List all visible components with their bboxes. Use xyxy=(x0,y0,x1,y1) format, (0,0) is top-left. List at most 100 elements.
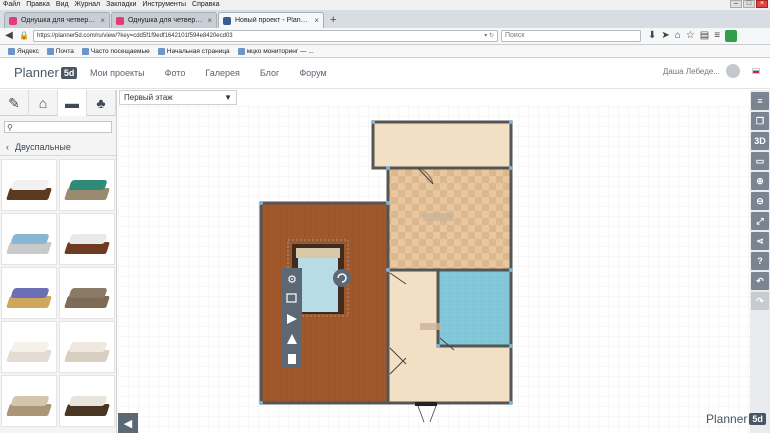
close-tab-icon[interactable]: × xyxy=(314,16,319,25)
bookmark-icon xyxy=(8,47,15,55)
browser-search-input[interactable]: Поиск xyxy=(501,30,641,42)
category-title: Двуспальные xyxy=(15,141,71,152)
floor-select[interactable]: Первый этаж ▼ xyxy=(119,90,237,105)
catalog-bed-item[interactable] xyxy=(1,267,57,319)
bed-mattress xyxy=(68,342,108,352)
room-label-tag xyxy=(423,213,453,221)
nav-photo[interactable]: Фото xyxy=(165,68,186,78)
clipboard-icon[interactable]: ▤ xyxy=(700,30,709,42)
catalog-bed-item[interactable] xyxy=(1,375,57,427)
help-icon[interactable]: ? xyxy=(751,252,769,270)
tab-exterior[interactable]: ♣ xyxy=(87,90,116,116)
fit-screen-icon[interactable]: ⤢ xyxy=(751,212,769,230)
bookmark-item[interactable]: Почта xyxy=(46,47,74,55)
catalog-bed-item[interactable] xyxy=(1,213,57,265)
download-icon[interactable]: ⬇ xyxy=(648,30,656,42)
bookmark-item[interactable]: Яндекс xyxy=(8,47,39,55)
hamburger-icon[interactable]: ≡ xyxy=(751,92,769,110)
bed-mattress xyxy=(10,288,50,298)
tab-construction[interactable]: ✎ xyxy=(0,90,29,116)
logo[interactable]: Planner 5d xyxy=(14,65,78,80)
watermark-text: Planner xyxy=(706,412,748,426)
browser-tab-2[interactable]: Однушка для четверых...Где д... × xyxy=(111,12,217,28)
favicon-icon xyxy=(116,16,124,25)
tab-furniture[interactable]: ▬ xyxy=(58,90,87,116)
redo-icon[interactable]: ↷ xyxy=(751,292,769,310)
catalog-bed-item[interactable] xyxy=(59,213,115,265)
language-flag-icon[interactable] xyxy=(752,68,760,74)
watermark-badge: 5d xyxy=(749,413,766,425)
watermark-logo: Planner 5d xyxy=(706,412,766,426)
tree-icon: ♣ xyxy=(96,95,106,111)
rotate-handle[interactable] xyxy=(333,269,351,287)
menu-help[interactable]: Справка xyxy=(189,0,222,10)
toggle-3d-button[interactable]: 3D xyxy=(751,132,769,150)
menu-file[interactable]: Файл xyxy=(0,0,23,10)
logo-badge: 5d xyxy=(60,66,78,79)
nav-gallery[interactable]: Галерея xyxy=(205,68,240,78)
nav-my-projects[interactable]: Мои проекты xyxy=(90,68,145,78)
category-back[interactable]: ‹ Двуспальные xyxy=(0,138,116,156)
user-menu[interactable]: Даша Лебеде... xyxy=(663,64,760,78)
bookmark-label: Часто посещаемые xyxy=(90,47,150,55)
trash-icon[interactable] xyxy=(288,354,296,364)
floor-label: Первый этаж xyxy=(124,93,173,102)
bookmark-item[interactable]: мцко мониторинг — ... xyxy=(237,47,314,55)
bathroom-room[interactable] xyxy=(436,268,513,348)
tab-rooms[interactable]: ⌂ xyxy=(29,90,58,116)
menu-view[interactable]: Вид xyxy=(53,0,72,10)
bookmark-label: мцко мониторинг — ... xyxy=(246,47,314,55)
star-icon[interactable]: ☆ xyxy=(686,30,695,42)
home-icon[interactable]: ⌂ xyxy=(675,30,681,42)
maximize-button[interactable]: □ xyxy=(743,0,755,8)
close-tab-icon[interactable]: × xyxy=(207,16,212,25)
settings-icon[interactable]: ⚙ xyxy=(287,273,297,286)
bed-mattress xyxy=(10,396,50,406)
entrance-door[interactable] xyxy=(415,402,437,406)
plan-canvas[interactable]: ⚙ xyxy=(118,106,750,433)
catalog-bed-item[interactable] xyxy=(59,375,115,427)
new-tab-button[interactable]: + xyxy=(325,12,341,28)
layers-icon[interactable]: ❐ xyxy=(751,112,769,130)
catalog-bed-item[interactable] xyxy=(59,321,115,373)
back-icon[interactable]: ◀ xyxy=(3,30,15,42)
close-window-button[interactable]: × xyxy=(756,0,768,8)
ruler-icon[interactable]: ▭ xyxy=(751,152,769,170)
chevron-left-icon: ◀ xyxy=(123,417,133,430)
catalog-bed-item[interactable] xyxy=(59,159,115,211)
nav-forum[interactable]: Форум xyxy=(299,68,326,78)
bookmark-item[interactable]: Часто посещаемые xyxy=(81,47,150,55)
menu-edit[interactable]: Правка xyxy=(23,0,53,10)
menu-tools[interactable]: Инструменты xyxy=(139,0,189,10)
tab-bar: Однушка для четверых...Где д... × Однушк… xyxy=(0,10,770,28)
send-icon[interactable]: ➤ xyxy=(661,30,669,42)
catalog-search-input[interactable]: ⚲ xyxy=(4,121,112,133)
nav-blog[interactable]: Блог xyxy=(260,68,279,78)
catalog-bed-item[interactable] xyxy=(59,267,115,319)
reload-icon[interactable]: ▾ ↻ xyxy=(484,31,497,41)
right-toolbar: ≡ ❐ 3D ▭ ⊕ ⊖ ⤢ ⋖ ? ↶ ↷ xyxy=(750,90,770,433)
bed-mattress xyxy=(68,180,108,190)
catalog-bed-item[interactable] xyxy=(1,321,57,373)
browser-tab-1[interactable]: Однушка для четверых...Где д... × xyxy=(4,12,110,28)
url-field[interactable]: https://planner5d.com/ru/view/?key=cdd5f… xyxy=(33,30,498,42)
minimize-button[interactable]: – xyxy=(730,0,742,8)
extension-icon[interactable] xyxy=(725,30,738,42)
menu-history[interactable]: Журнал xyxy=(72,0,104,10)
menu-icon[interactable]: ≡ xyxy=(714,30,720,42)
browser-tab-3[interactable]: Новый проект - Planner 5D × xyxy=(218,12,324,28)
menu-bookmarks[interactable]: Закладки xyxy=(103,0,139,10)
bookmark-item[interactable]: Начальная страница xyxy=(157,47,230,55)
avatar[interactable] xyxy=(726,64,740,78)
edit-icon: ✎ xyxy=(8,94,20,111)
collapse-panel-button[interactable]: ◀ xyxy=(118,413,138,433)
main-nav: Мои проекты Фото Галерея Блог Форум xyxy=(90,68,327,78)
zoom-in-icon[interactable]: ⊕ xyxy=(751,172,769,190)
share-icon[interactable]: ⋖ xyxy=(751,232,769,250)
bed-mattress xyxy=(68,288,108,298)
balcony-room[interactable] xyxy=(371,120,513,170)
catalog-bed-item[interactable] xyxy=(1,159,57,211)
undo-icon[interactable]: ↶ xyxy=(751,272,769,290)
close-tab-icon[interactable]: × xyxy=(100,16,105,25)
zoom-out-icon[interactable]: ⊖ xyxy=(751,192,769,210)
